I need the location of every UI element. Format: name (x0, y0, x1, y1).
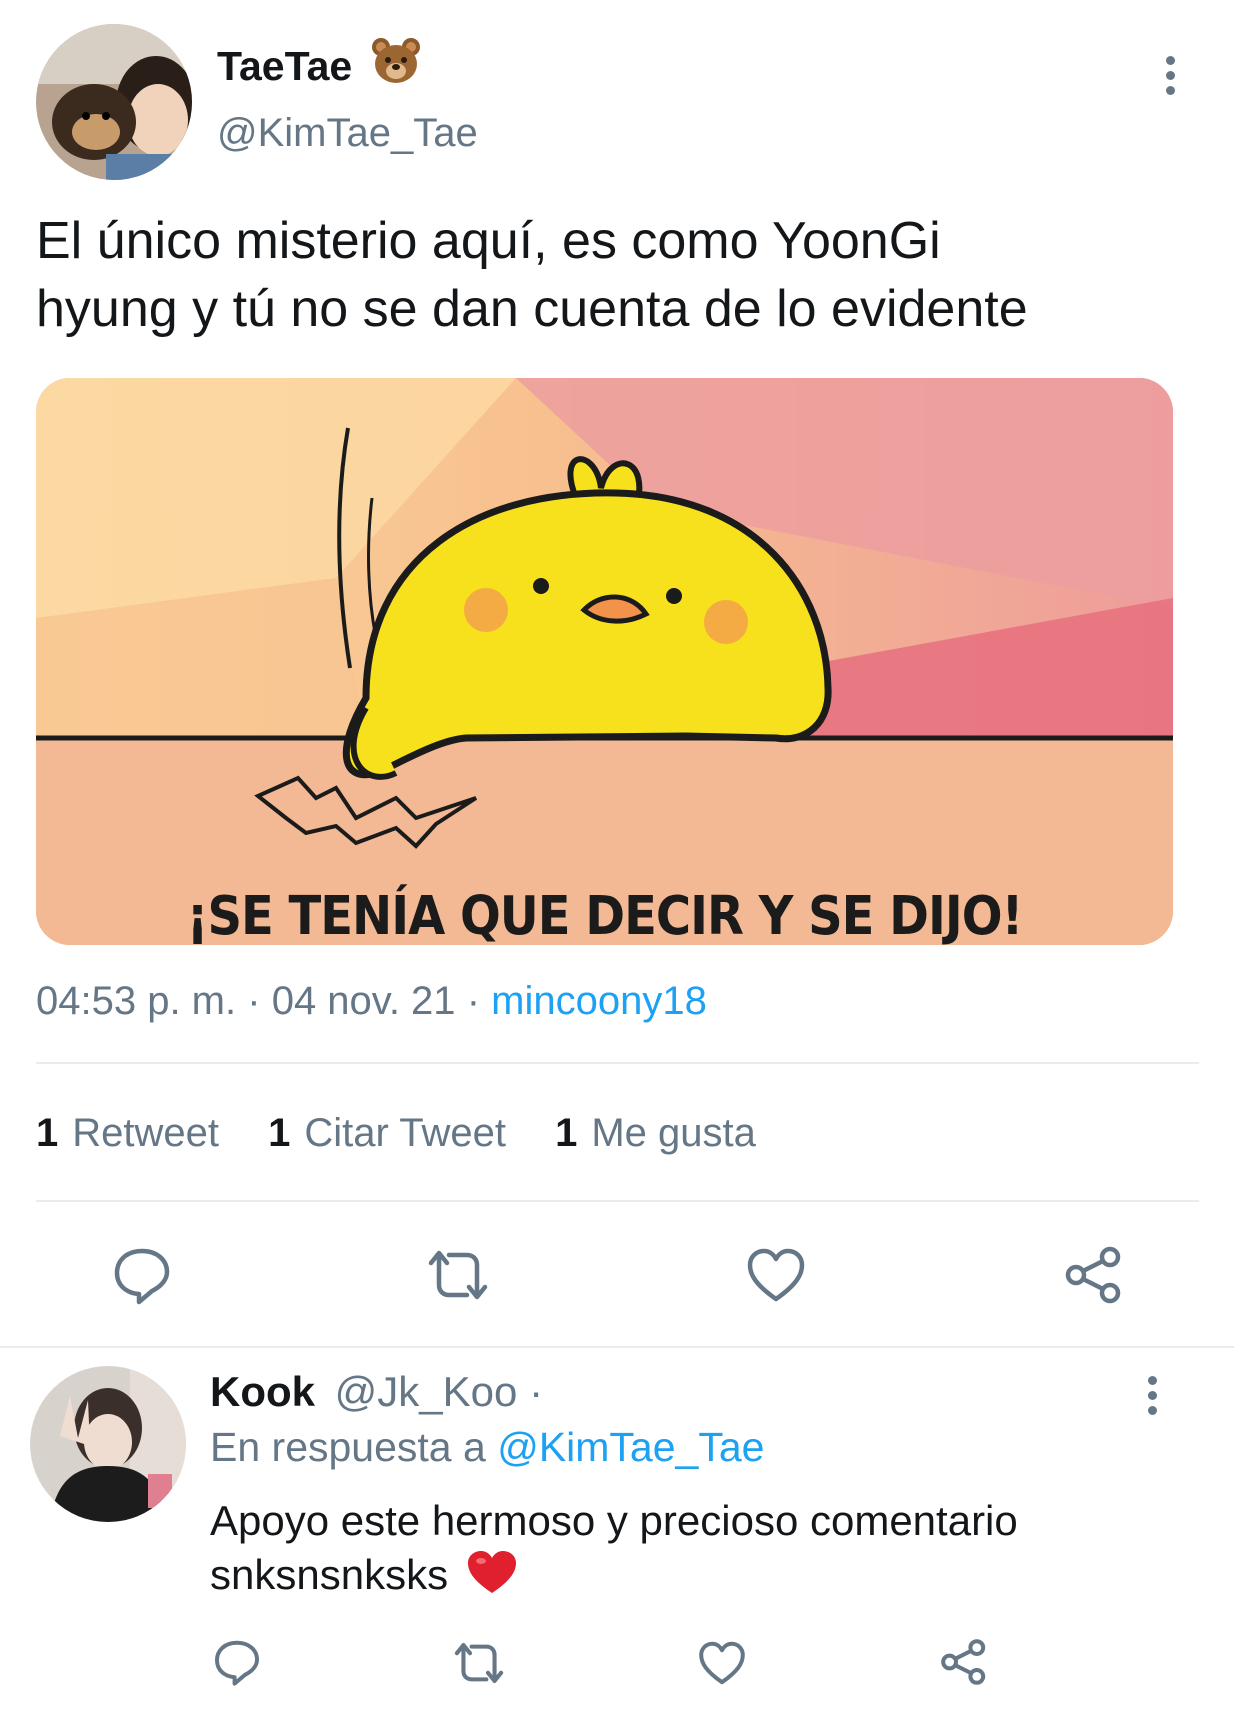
divider (36, 1200, 1199, 1202)
reply-icon[interactable] (112, 1245, 172, 1305)
reply-author-handle[interactable]: @Jk_Koo (335, 1368, 518, 1415)
author-avatar[interactable] (36, 24, 192, 180)
quote-stat[interactable]: 1 Citar Tweet (268, 1111, 506, 1155)
handle-separator: · (529, 1368, 544, 1415)
tweet-stats: 1 Retweet 1 Citar Tweet 1 Me gusta (36, 1108, 756, 1158)
divider (0, 1346, 1234, 1348)
like-stat[interactable]: 1 Me gusta (555, 1111, 756, 1155)
tweet-date[interactable]: 04 nov. 21 (272, 979, 456, 1023)
more-icon[interactable] (1164, 56, 1176, 101)
tweet-media[interactable]: ¡SE TENÍA QUE DECIR Y SE DIJO! (36, 378, 1173, 945)
meme-image (36, 378, 1173, 945)
in-reply-prefix: En respuesta a (210, 1424, 486, 1470)
quote-count: 1 (268, 1111, 291, 1155)
tweet-text-line: El único misterio aquí, es como YoonGi (36, 212, 941, 270)
reply-retweet-icon[interactable] (452, 1640, 506, 1686)
meta-separator: · (247, 979, 261, 1023)
tweet-text: El único misterio aquí, es como YoonGi h… (36, 207, 1028, 343)
tweet-meta: 04:53 p. m. · 04 nov. 21 · mincoony18 (36, 976, 707, 1026)
reply-text-line: Apoyo este hermoso y precioso comentario (210, 1497, 1018, 1544)
meta-separator: · (466, 979, 481, 1023)
reply-text: Apoyo este hermoso y precioso comentario… (210, 1494, 1018, 1608)
tweet-time[interactable]: 04:53 p. m. (36, 979, 236, 1023)
retweet-count: 1 (36, 1111, 59, 1155)
like-label: Me gusta (591, 1111, 756, 1155)
author-handle[interactable]: @KimTae_Tae (217, 108, 478, 158)
retweet-label: Retweet (72, 1111, 219, 1155)
reply-header: Kook @Jk_Koo · (210, 1367, 543, 1417)
share-icon[interactable] (1064, 1245, 1124, 1305)
like-count: 1 (555, 1111, 578, 1155)
reply-author-avatar[interactable] (30, 1366, 186, 1522)
red-heart-icon (466, 1549, 518, 1608)
reply-reply-icon[interactable] (213, 1638, 261, 1686)
in-reply-to: En respuesta a @KimTae_Tae (210, 1422, 764, 1472)
reply-text-line2: snksnsnksks (210, 1548, 1018, 1608)
divider (36, 1062, 1199, 1064)
tweet-text-line: hyung y tú no se dan cuenta de lo eviden… (36, 280, 1028, 338)
meme-caption: ¡SE TENÍA QUE DECIR Y SE DIJO! (186, 884, 1024, 945)
reply-text-line-2: snksnsnksks (210, 1551, 449, 1598)
quote-label: Citar Tweet (304, 1111, 506, 1155)
tweet-source-link[interactable]: mincoony18 (491, 979, 707, 1023)
author-name[interactable]: TaeTae (217, 36, 422, 98)
reply-more-icon[interactable] (1146, 1376, 1158, 1421)
reply-share-icon[interactable] (940, 1638, 988, 1686)
author-name-text[interactable]: TaeTae (217, 43, 352, 89)
like-icon[interactable] (746, 1247, 806, 1303)
bear-emoji-icon (370, 36, 422, 98)
reply-author-name[interactable]: Kook (210, 1368, 315, 1415)
reply-like-icon[interactable] (698, 1640, 746, 1686)
retweet-stat[interactable]: 1 Retweet (36, 1111, 219, 1155)
in-reply-handle-link[interactable]: @KimTae_Tae (497, 1424, 764, 1470)
retweet-icon[interactable] (425, 1247, 491, 1303)
